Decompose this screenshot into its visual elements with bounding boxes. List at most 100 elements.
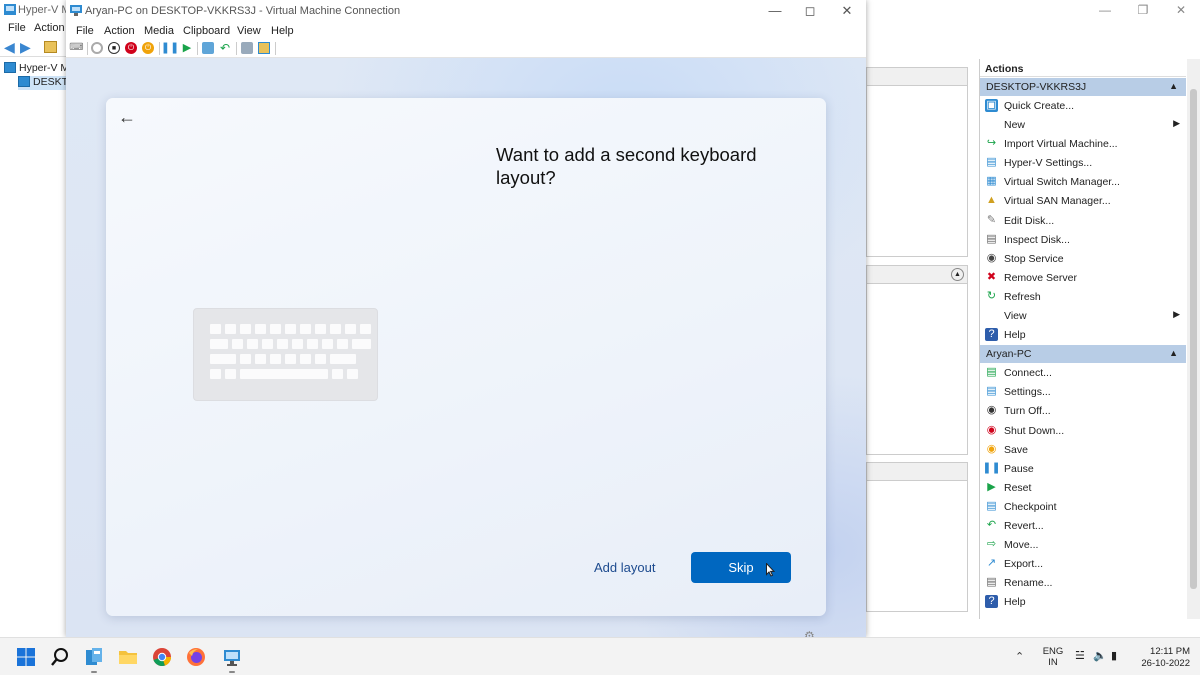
vm-action-item[interactable]: ▤ Connect... [980, 363, 1186, 382]
ctrl-alt-del-icon[interactable]: ⌨ [69, 42, 83, 54]
keyboard-key [270, 354, 281, 364]
server-action-item[interactable]: ▦ Virtual Switch Manager... [980, 172, 1186, 191]
inspect-disk-icon: ▤ [986, 232, 997, 245]
firefox-icon[interactable] [186, 647, 206, 667]
server-action-item[interactable]: ▤ Hyper-V Settings... [980, 153, 1186, 172]
menu-help[interactable]: Help [271, 25, 294, 37]
volume-icon[interactable]: 🔈 [1093, 651, 1107, 662]
show-hidden-icons-chevron-icon[interactable]: ⌃ [1015, 650, 1024, 663]
actions-pane: Actions DESKTOP-VKKRS3J ▲ ▣ Quick Create.… [979, 59, 1186, 619]
vm-connection-app-icon [70, 5, 82, 16]
minimize-icon[interactable]: — [1090, 3, 1120, 17]
action-label: Refresh [1004, 290, 1041, 303]
menu-view[interactable]: View [237, 25, 261, 37]
checkpoint-icon[interactable] [202, 42, 214, 54]
vm-action-item[interactable]: ↗ Export... [980, 554, 1186, 573]
menu-file[interactable]: File [76, 25, 94, 37]
revert-icon: ↶ [986, 518, 997, 531]
collapse-caret-icon[interactable]: ▲ [1169, 348, 1178, 358]
pause-icon[interactable]: ❚❚ [161, 42, 179, 54]
search-icon[interactable] [50, 647, 70, 667]
scrollbar-thumb[interactable] [1190, 89, 1197, 589]
chrome-icon[interactable] [152, 647, 172, 667]
add-layout-button[interactable]: Add layout [594, 560, 655, 575]
vm-action-item[interactable]: ▤ Rename... [980, 573, 1186, 592]
reset-icon[interactable]: ▶ [181, 42, 193, 54]
toolbar-separator [236, 42, 237, 55]
menu-clipboard[interactable]: Clipboard [183, 25, 230, 37]
battery-icon[interactable]: ▮ [1111, 651, 1124, 662]
vm-action-item[interactable]: ◉ Save [980, 440, 1186, 459]
maximize-icon[interactable]: ◻ [793, 3, 827, 19]
collapse-caret-icon[interactable]: ▲ [1169, 81, 1178, 91]
back-arrow-icon[interactable]: ← [116, 106, 138, 128]
keyboard-key [210, 324, 221, 334]
share-icon[interactable] [258, 42, 270, 54]
keyboard-key [315, 324, 326, 334]
taskbar: ⌃ ENG IN ☱ 🔈 ▮ 12:11 PM 26-10-2022 [0, 637, 1200, 675]
menu-file[interactable]: File [8, 22, 26, 34]
menu-action[interactable]: Action [104, 25, 135, 37]
vm-action-item[interactable]: ? Help [980, 592, 1186, 611]
menu-action[interactable]: Action [34, 22, 65, 34]
wifi-icon[interactable]: ☱ [1075, 651, 1088, 662]
turn-off-icon[interactable]: ■ [108, 42, 120, 54]
server-action-item[interactable]: ▣ Quick Create... [980, 96, 1186, 115]
enhanced-session-icon[interactable] [241, 42, 253, 54]
keyboard-key [210, 339, 228, 349]
vm-connection-taskbar-icon[interactable] [222, 647, 242, 667]
forward-arrow-icon[interactable]: ▶ [20, 39, 31, 56]
keyboard-key [277, 339, 288, 349]
server-actions-group[interactable]: DESKTOP-VKKRS3J ▲ [980, 78, 1186, 96]
server-action-item[interactable]: ▤ Inspect Disk... [980, 230, 1186, 249]
server-action-item[interactable]: ? Help [980, 325, 1186, 344]
server-action-item[interactable]: ↪ Import Virtual Machine... [980, 134, 1186, 153]
server-action-item[interactable]: ◉ Stop Service [980, 249, 1186, 268]
close-icon[interactable]: ✕ [830, 3, 864, 19]
minimize-icon[interactable]: — [758, 3, 792, 18]
tree-root[interactable]: Hyper-V Ma [4, 62, 75, 76]
hyperv-toolbar: ◀ ▶ [0, 37, 70, 57]
restore-icon[interactable]: ❐ [1128, 3, 1158, 17]
back-arrow-icon[interactable]: ◀ [4, 39, 15, 56]
server-action-item[interactable]: View ▶ [980, 306, 1186, 325]
accessibility-icon[interactable]: ⚙ [804, 630, 814, 637]
server-action-item[interactable]: New ▶ [980, 115, 1186, 134]
folder-icon[interactable] [44, 41, 57, 53]
keyboard-key [322, 339, 333, 349]
vm-action-item[interactable]: ▤ Checkpoint [980, 497, 1186, 516]
action-label: Save [1004, 443, 1028, 456]
action-label: Connect... [1004, 367, 1052, 380]
windows-start-icon[interactable] [16, 647, 36, 667]
vm-action-item[interactable]: ◉ Shut Down... [980, 421, 1186, 440]
server-action-item[interactable]: ▲ Virtual SAN Manager... [980, 191, 1186, 210]
start-icon[interactable] [91, 42, 103, 54]
vm-action-item[interactable]: ◉ Turn Off... [980, 401, 1186, 420]
file-explorer-icon[interactable] [118, 647, 138, 667]
keyboard-key [292, 339, 303, 349]
save-icon[interactable]: ⏻ [142, 42, 154, 54]
vm-action-item[interactable]: ❚❚ Pause [980, 459, 1186, 478]
action-label: Move... [1004, 539, 1039, 552]
action-label: Help [1004, 329, 1026, 342]
vm-action-item[interactable]: ↶ Revert... [980, 516, 1186, 535]
menu-media[interactable]: Media [144, 25, 174, 37]
vm-action-item[interactable]: ⇨ Move... [980, 535, 1186, 554]
server-action-item[interactable]: ↻ Refresh [980, 287, 1186, 306]
input-language-indicator[interactable]: ENG IN [1042, 646, 1064, 668]
vm-actions-group[interactable]: Aryan-PC ▲ [980, 345, 1186, 364]
vm-action-item[interactable]: ▶ Reset [980, 478, 1186, 497]
server-action-item[interactable]: ✖ Remove Server [980, 268, 1186, 287]
server-action-item[interactable]: ✎ Edit Disk... [980, 211, 1186, 230]
collapse-icon[interactable]: ▲ [951, 268, 964, 281]
mouse-cursor-icon [766, 563, 775, 577]
close-icon[interactable]: ✕ [1166, 3, 1196, 17]
hyperv-manager-taskbar-icon[interactable] [84, 647, 104, 667]
running-indicator [91, 671, 97, 673]
vm-action-item[interactable]: ▤ Settings... [980, 382, 1186, 401]
actions-scrollbar[interactable] [1187, 59, 1200, 619]
revert-icon[interactable]: ↶ [219, 42, 231, 54]
shutdown-icon[interactable]: ⏻ [125, 42, 137, 54]
clock[interactable]: 12:11 PM 26-10-2022 [1130, 646, 1190, 670]
skip-button[interactable]: Skip [691, 552, 791, 583]
